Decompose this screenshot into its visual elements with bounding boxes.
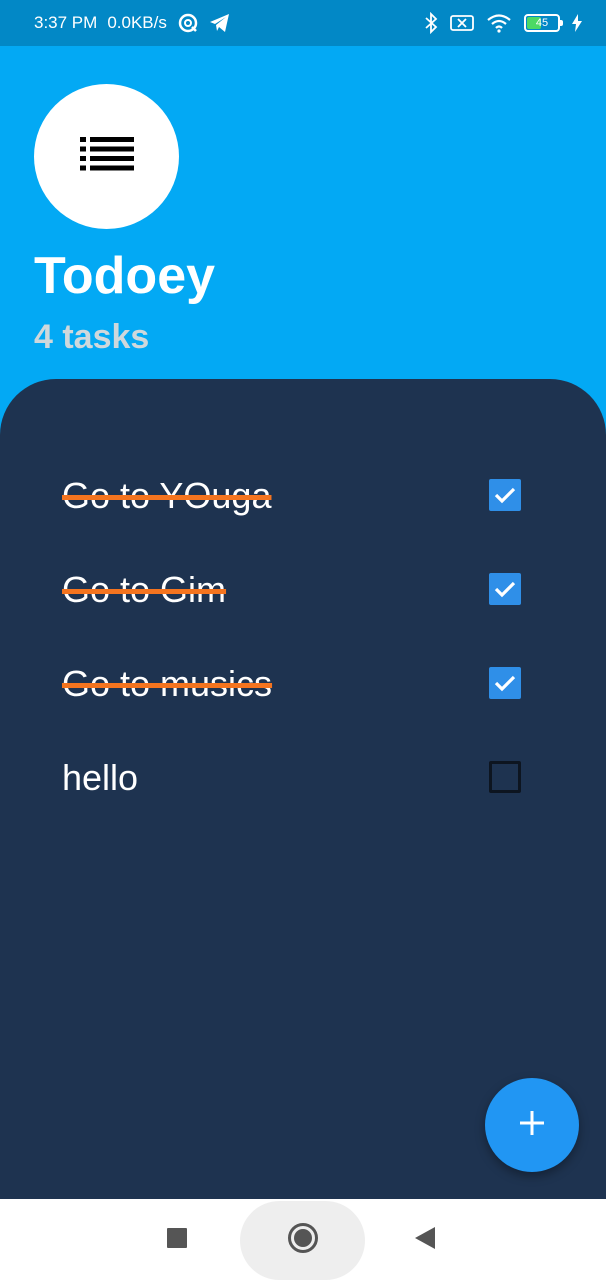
list-icon xyxy=(79,137,134,176)
recents-button[interactable] xyxy=(156,1219,198,1261)
data-saver-icon xyxy=(177,12,199,34)
checkmark-icon xyxy=(494,487,516,504)
home-button[interactable] xyxy=(280,1217,326,1263)
task-checkbox[interactable] xyxy=(489,479,521,511)
task-checkbox[interactable] xyxy=(489,667,521,699)
status-bar: 3:37 PM 0.0KB/s 45 xyxy=(0,0,606,46)
checkmark-icon xyxy=(494,581,516,598)
home-circle-icon xyxy=(287,1222,319,1259)
battery-level: 45 xyxy=(535,17,549,29)
status-time: 3:37 PM xyxy=(34,13,98,32)
recents-square-icon xyxy=(167,1227,187,1253)
task-item: Go to musics xyxy=(0,645,606,739)
back-button[interactable] xyxy=(404,1219,446,1261)
task-item: Go to Gim xyxy=(0,551,606,645)
app-screen: 3:37 PM 0.0KB/s 45 Todoey 4 tasks Go to … xyxy=(0,0,606,1280)
task-count: 4 tasks xyxy=(34,318,150,356)
back-triangle-icon xyxy=(415,1226,435,1254)
network-speed: 0.0KB/s xyxy=(107,13,167,32)
task-label: Go to musics xyxy=(62,663,273,704)
battery-cap xyxy=(560,20,563,26)
task-label: Go to Gim xyxy=(62,569,227,610)
task-item: Go to YOuga xyxy=(0,457,606,551)
task-label: hello xyxy=(62,757,139,798)
task-list: Go to YOuga Go to Gim Go to musics hello xyxy=(0,457,606,833)
telegram-icon xyxy=(209,13,231,33)
wifi-icon xyxy=(486,13,512,33)
battery-icon: 45 xyxy=(524,14,563,32)
add-task-button[interactable] xyxy=(485,1078,579,1172)
task-label: Go to YOuga xyxy=(62,475,272,516)
task-checkbox[interactable] xyxy=(489,761,521,793)
status-right: 45 xyxy=(424,0,582,46)
navigation-bar xyxy=(0,1199,606,1280)
checkmark-icon xyxy=(494,675,516,692)
plus-icon xyxy=(519,1110,545,1141)
charging-icon xyxy=(572,14,582,32)
no-sim-icon xyxy=(450,14,474,32)
tasks-panel: Go to YOuga Go to Gim Go to musics hello xyxy=(0,379,606,1199)
bluetooth-icon xyxy=(424,12,438,34)
task-checkbox[interactable] xyxy=(489,573,521,605)
app-title: Todoey xyxy=(34,247,216,305)
app-logo xyxy=(34,84,179,229)
task-item: hello xyxy=(0,739,606,833)
status-left: 3:37 PM 0.0KB/s xyxy=(34,0,231,46)
